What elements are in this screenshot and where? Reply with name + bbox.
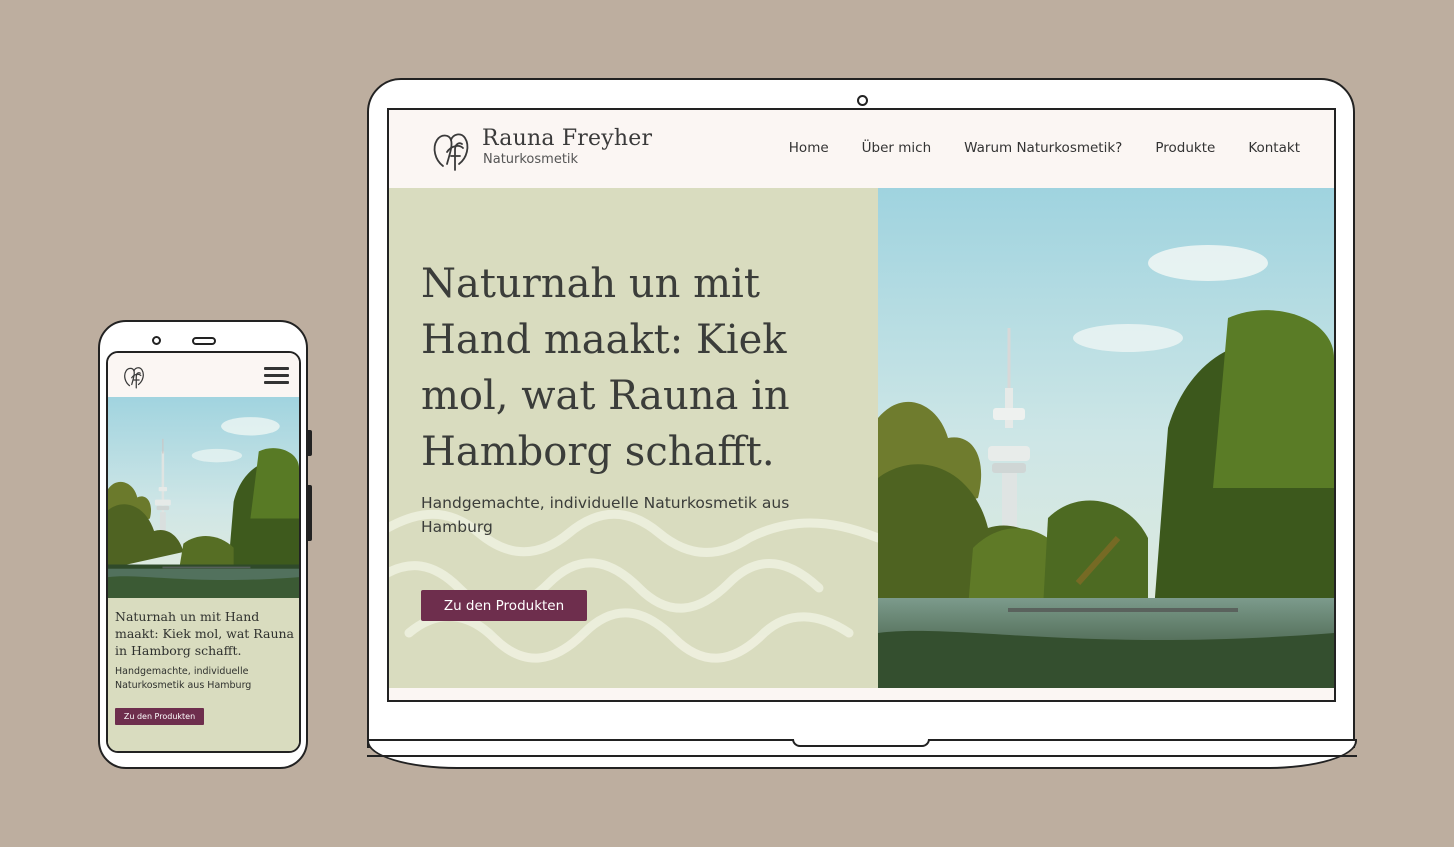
desktop-screen: Rauna Freyher Naturkosmetik Home Über mi… — [387, 108, 1336, 702]
laptop-notch — [792, 739, 930, 747]
nav-about[interactable]: Über mich — [862, 140, 931, 156]
hero-text-panel: Naturnah un mit Hand maakt: Kiek mol, wa… — [389, 188, 878, 688]
nav-contact[interactable]: Kontakt — [1248, 140, 1300, 156]
mobile-cta-button[interactable]: Zu den Produkten — [115, 708, 204, 725]
laptop-camera — [857, 95, 868, 106]
site-header: Rauna Freyher Naturkosmetik Home Über mi… — [389, 110, 1334, 188]
main-nav: Home Über mich Warum Naturkosmetik? Prod… — [789, 140, 1300, 156]
brand-name[interactable]: Rauna Freyher — [482, 126, 652, 151]
phone-side-button — [307, 485, 312, 541]
mobile-hero-image — [108, 397, 299, 598]
rf-monogram-icon[interactable] — [429, 126, 473, 172]
mobile-screen: Naturnah un mit Hand maakt: Kiek mol, wa… — [106, 351, 301, 753]
nav-home[interactable]: Home — [789, 140, 829, 156]
mobile-hero-title: Naturnah un mit Hand maakt: Kiek mol, wa… — [115, 609, 294, 658]
content-strip — [389, 688, 1334, 700]
rf-monogram-icon[interactable] — [121, 363, 147, 389]
nav-why-natural-cosmetics[interactable]: Warum Naturkosmetik? — [964, 140, 1122, 156]
hamburger-menu-icon[interactable] — [264, 367, 289, 385]
hero-subtitle: Handgemachte, individuelle Naturkosmetik… — [421, 494, 790, 536]
phone-side-button — [307, 430, 312, 456]
hero-title: Naturnah un mit Hand maakt: Kiek mol, wa… — [421, 261, 790, 475]
brand-subtitle: Naturkosmetik — [483, 152, 579, 167]
mobile-hero-subtitle: Handgemachte, individuelle Naturkosmetik… — [115, 666, 252, 691]
hero-image — [878, 188, 1334, 688]
mobile-header — [108, 353, 299, 397]
products-cta-button[interactable]: Zu den Produkten — [421, 590, 587, 621]
laptop-base-line — [367, 755, 1357, 757]
nav-products[interactable]: Produkte — [1155, 140, 1215, 156]
phone-speaker — [192, 337, 216, 345]
phone-camera — [152, 336, 161, 345]
mobile-hero: Naturnah un mit Hand maakt: Kiek mol, wa… — [108, 598, 299, 751]
